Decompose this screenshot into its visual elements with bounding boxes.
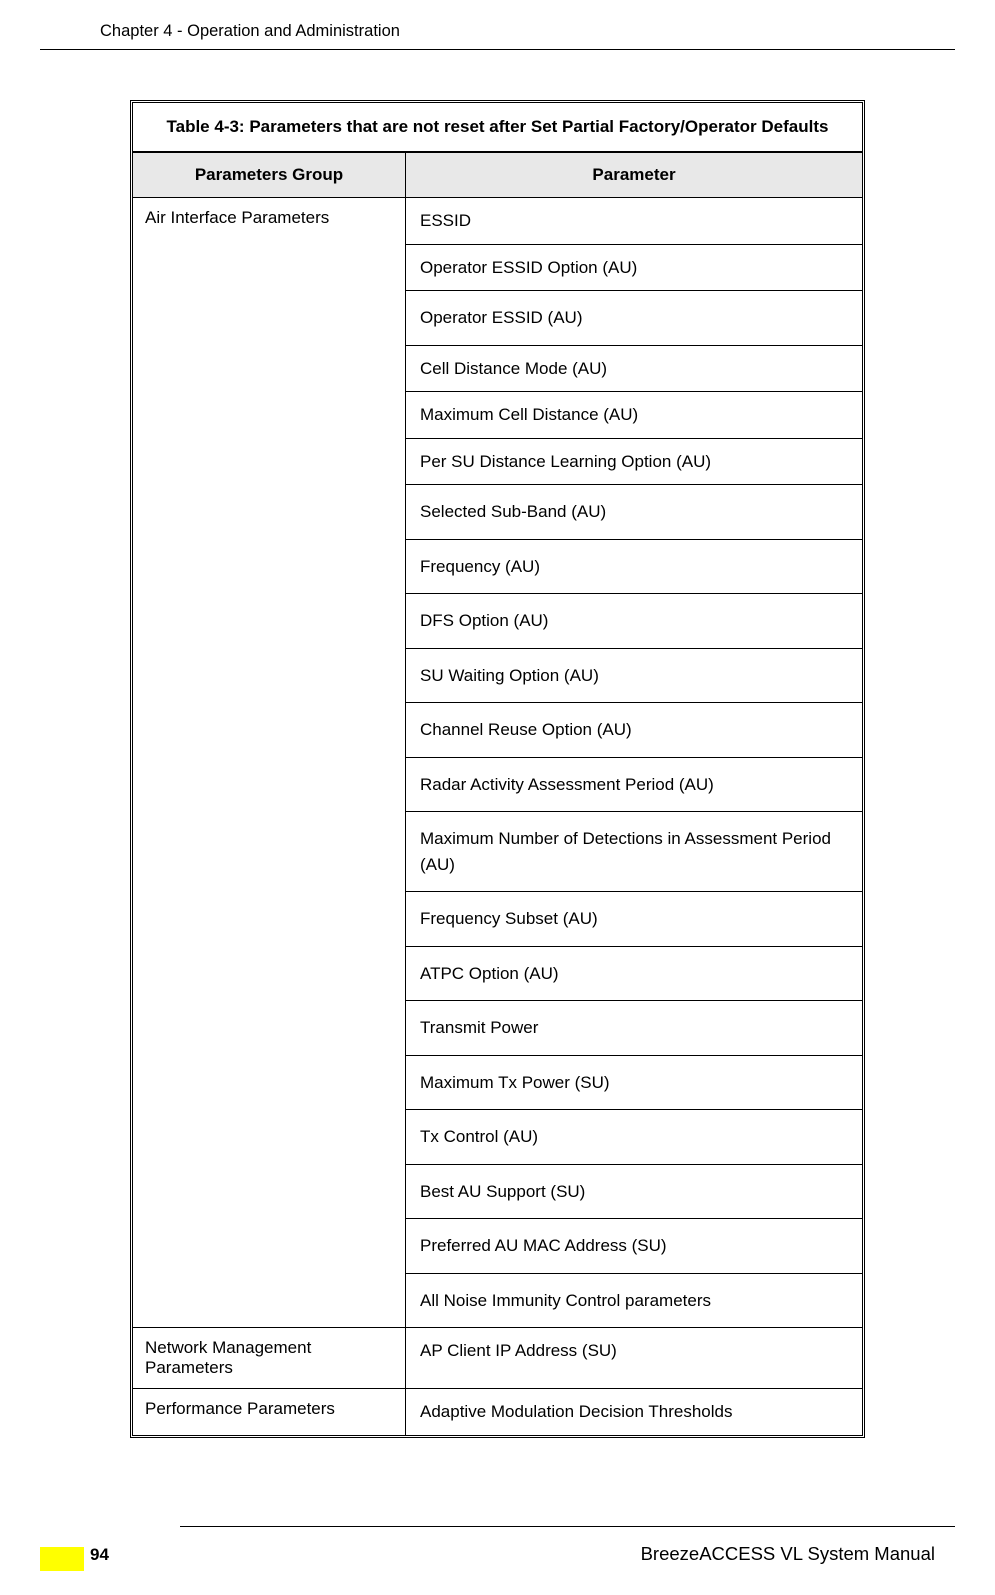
param-cell: ESSID — [406, 198, 862, 245]
param-cell: Cell Distance Mode (AU) — [406, 346, 862, 393]
param-cell: Operator ESSID Option (AU) — [406, 245, 862, 292]
table-title: Table 4-3: Parameters that are not reset… — [133, 103, 862, 152]
page-number-box: 94 — [40, 1541, 109, 1565]
column-header-param: Parameter — [406, 152, 862, 198]
page-header: Chapter 4 - Operation and Administration — [40, 0, 955, 50]
param-cell: DFS Option (AU) — [406, 594, 862, 649]
param-cell: Per SU Distance Learning Option (AU) — [406, 439, 862, 486]
page-marker-icon — [40, 1547, 84, 1571]
param-cell: Adaptive Modulation Decision Thresholds — [406, 1388, 862, 1435]
group-cell-air-interface: Air Interface Parameters — [133, 198, 406, 1327]
param-cell: AP Client IP Address (SU) — [406, 1327, 862, 1388]
param-cell: Radar Activity Assessment Period (AU) — [406, 758, 862, 813]
param-cell: Best AU Support (SU) — [406, 1165, 862, 1220]
page-number: 94 — [90, 1545, 109, 1565]
chapter-title: Chapter 4 - Operation and Administration — [100, 22, 895, 41]
group-cell-network: Network Management Parameters — [133, 1327, 406, 1388]
footer-divider — [180, 1526, 955, 1527]
param-cell: ATPC Option (AU) — [406, 947, 862, 1002]
param-cell: Frequency Subset (AU) — [406, 892, 862, 947]
page-footer: 94 BreezeACCESS VL System Manual — [40, 1526, 955, 1565]
param-cell: Preferred AU MAC Address (SU) — [406, 1219, 862, 1274]
group-cell-performance: Performance Parameters — [133, 1388, 406, 1435]
table-row: Air Interface Parameters ESSID — [133, 198, 862, 245]
table-header-row: Parameters Group Parameter — [133, 152, 862, 198]
parameters-table: Table 4-3: Parameters that are not reset… — [130, 100, 865, 1438]
param-cell: Selected Sub-Band (AU) — [406, 485, 862, 540]
table-row: Performance Parameters Adaptive Modulati… — [133, 1388, 862, 1435]
param-cell: Maximum Cell Distance (AU) — [406, 392, 862, 439]
param-cell: Tx Control (AU) — [406, 1110, 862, 1165]
table-row: Network Management Parameters AP Client … — [133, 1327, 862, 1388]
param-cell: Maximum Number of Detections in Assessme… — [406, 812, 862, 892]
manual-title: BreezeACCESS VL System Manual — [641, 1543, 955, 1565]
page-content: Table 4-3: Parameters that are not reset… — [0, 50, 995, 1438]
param-cell: Operator ESSID (AU) — [406, 291, 862, 346]
column-header-group: Parameters Group — [133, 152, 406, 198]
param-cell: Transmit Power — [406, 1001, 862, 1056]
param-cell: Maximum Tx Power (SU) — [406, 1056, 862, 1111]
param-cell: Channel Reuse Option (AU) — [406, 703, 862, 758]
param-cell: SU Waiting Option (AU) — [406, 649, 862, 704]
param-cell: Frequency (AU) — [406, 540, 862, 595]
param-cell: All Noise Immunity Control parameters — [406, 1274, 862, 1328]
